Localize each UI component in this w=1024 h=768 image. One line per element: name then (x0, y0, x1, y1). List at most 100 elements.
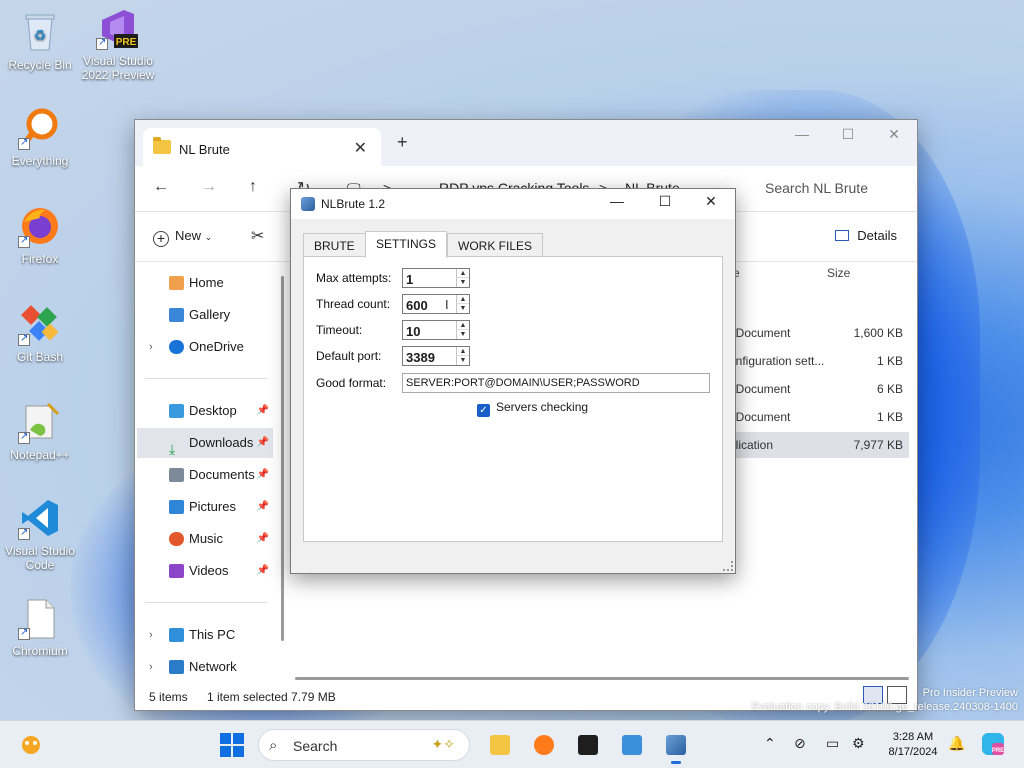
good-format-field[interactable]: SERVER:PORT@DOMAIN\USER;PASSWORD (402, 373, 710, 393)
taskbar-firefox[interactable] (528, 729, 560, 761)
file-icon (18, 596, 62, 640)
maximize-button[interactable]: ☐ (643, 193, 687, 210)
sidebar-item-videos[interactable]: Videos 📌 (137, 556, 273, 586)
pin-icon[interactable]: 📌 (257, 524, 269, 554)
spin-down-icon[interactable]: ▼ (456, 330, 469, 339)
taskbar-search-input[interactable]: ⌕ Search ✦✧ (258, 729, 470, 761)
accessibility-icon[interactable]: ⚙ (852, 735, 865, 752)
desktop-icon-git-bash[interactable]: Git Bash (0, 302, 80, 364)
taskbar-nlbrute[interactable] (660, 729, 692, 764)
folder-icon (153, 137, 171, 154)
up-arrow-icon[interactable]: ↑ (249, 178, 257, 196)
sidebar-item-home[interactable]: Home (137, 268, 273, 298)
minimize-button[interactable]: — (595, 193, 639, 209)
table-row[interactable]: t Document 1 KB (725, 404, 909, 430)
system-clock[interactable]: 3:28 AM 8/17/2024 (882, 730, 944, 760)
thread-count-stepper[interactable]: 600 I ▲ ▼ (402, 294, 470, 314)
sidebar-item-music[interactable]: Music 📌 (137, 524, 273, 554)
horizontal-scrollbar[interactable] (295, 677, 909, 680)
taskbar-terminal[interactable] (572, 729, 604, 761)
chevron-right-icon[interactable]: › (149, 332, 153, 362)
minimize-button[interactable]: — (779, 120, 825, 150)
spin-up-icon[interactable]: ▲ (456, 321, 469, 330)
divider (145, 602, 267, 603)
pin-icon[interactable]: 📌 (257, 460, 269, 490)
chevron-up-icon[interactable]: ⌃ (764, 735, 776, 752)
copilot-icon[interactable]: PRE (980, 731, 1006, 760)
settings-panel: Max attempts: 1 ▲ ▼ Thread count: 600 I ▲… (303, 256, 723, 542)
table-row[interactable]: t Document 6 KB (725, 376, 909, 402)
timeout-label: Timeout: (316, 323, 363, 337)
desktop-icon-notepad-plus-plus[interactable]: Notepad++ (0, 400, 80, 462)
dialog-titlebar: NLBrute 1.2 — ☐ ✕ (291, 189, 735, 219)
tab-close-icon[interactable]: ✕ (354, 138, 367, 158)
tab-brute[interactable]: BRUTE (303, 233, 366, 257)
widgets-icon[interactable] (18, 733, 44, 757)
resize-grip[interactable] (723, 561, 733, 571)
sidebar-item-gallery[interactable]: Gallery (137, 300, 273, 330)
column-header-size[interactable]: Size (827, 266, 850, 280)
search-icon: ⌕ (269, 737, 278, 754)
bell-icon[interactable]: 🔔 (948, 735, 965, 752)
new-button[interactable]: + New ⌄ (153, 228, 212, 247)
sidebar-item-onedrive[interactable]: › OneDrive (137, 332, 273, 362)
item-count: 5 items (149, 690, 188, 704)
default-port-stepper[interactable]: 3389 ▲ ▼ (402, 346, 470, 366)
forward-arrow-icon[interactable]: → (201, 178, 217, 196)
tab-settings[interactable]: SETTINGS (365, 231, 448, 258)
sidebar-item-desktop[interactable]: Desktop 📌 (137, 396, 273, 426)
explorer-tab[interactable]: NL Brute ✕ (143, 128, 381, 166)
desktop-icon-chromium[interactable]: Chromium (0, 596, 80, 658)
pin-icon[interactable]: 📌 (257, 556, 269, 586)
sidebar-item-network[interactable]: › Network (137, 652, 273, 682)
table-row[interactable]: t Document 1,600 KB (725, 320, 909, 346)
tab-work-files[interactable]: WORK FILES (447, 233, 544, 257)
details-button[interactable]: Details (835, 228, 897, 243)
sidebar-scrollbar[interactable] (281, 276, 284, 641)
servers-checking-checkbox[interactable]: ✓ Servers checking (477, 400, 588, 417)
max-attempts-stepper[interactable]: 1 ▲ ▼ (402, 268, 470, 288)
pin-icon[interactable]: 📌 (257, 428, 269, 458)
chevron-right-icon[interactable]: › (149, 652, 153, 682)
sidebar-item-downloads[interactable]: ⤓ Downloads 📌 (137, 428, 273, 458)
desktop-icon-recycle-bin[interactable]: ♻ Recycle Bin (0, 10, 80, 72)
new-tab-button[interactable]: + (397, 132, 408, 153)
desktop-icon-visual-studio[interactable]: PRE Visual Studio 2022 Preview (78, 6, 158, 82)
nlbrute-dialog[interactable]: NLBrute 1.2 — ☐ ✕ BRUTE SETTINGS WORK FI… (290, 188, 736, 574)
start-button[interactable] (220, 733, 244, 757)
pin-icon[interactable]: 📌 (257, 492, 269, 522)
svg-text:PRE: PRE (116, 37, 137, 48)
taskbar-notepad[interactable] (616, 729, 648, 761)
spin-down-icon[interactable]: ▼ (456, 356, 469, 365)
good-format-label: Good format: (316, 376, 387, 390)
timeout-stepper[interactable]: 10 ▲ ▼ (402, 320, 470, 340)
table-row[interactable]: onfiguration sett... 1 KB (725, 348, 909, 374)
spin-up-icon[interactable]: ▲ (456, 347, 469, 356)
spin-down-icon[interactable]: ▼ (456, 304, 469, 313)
cut-icon[interactable]: ✂ (251, 226, 264, 246)
table-row-selected[interactable]: plication 7,977 KB (725, 432, 909, 458)
desktop-icon-firefox[interactable]: Firefox (0, 204, 80, 266)
spin-up-icon[interactable]: ▲ (456, 295, 469, 304)
file-explorer-icon (490, 735, 510, 755)
firefox-icon (18, 204, 62, 248)
search-input[interactable]: Search NL Brute (755, 174, 915, 204)
plus-icon: + (153, 231, 169, 247)
display-icon[interactable]: ▭ (826, 735, 839, 752)
back-arrow-icon[interactable]: ← (153, 178, 169, 196)
chevron-right-icon[interactable]: › (149, 620, 153, 650)
close-button[interactable]: ✕ (871, 120, 917, 150)
text-cursor-icon: I (445, 297, 449, 312)
spin-up-icon[interactable]: ▲ (456, 269, 469, 278)
sidebar-item-pictures[interactable]: Pictures 📌 (137, 492, 273, 522)
pin-icon[interactable]: 📌 (257, 396, 269, 426)
sidebar-item-documents[interactable]: Documents 📌 (137, 460, 273, 490)
network-offline-icon[interactable]: ⊘ (794, 735, 806, 752)
maximize-button[interactable]: ☐ (825, 120, 871, 150)
desktop-icon-everything[interactable]: Everything (0, 106, 80, 168)
sidebar-item-this-pc[interactable]: › This PC (137, 620, 273, 650)
close-button[interactable]: ✕ (689, 193, 733, 210)
desktop-icon-vscode[interactable]: Visual Studio Code (0, 496, 80, 572)
taskbar-file-explorer[interactable] (484, 729, 516, 761)
spin-down-icon[interactable]: ▼ (456, 278, 469, 287)
